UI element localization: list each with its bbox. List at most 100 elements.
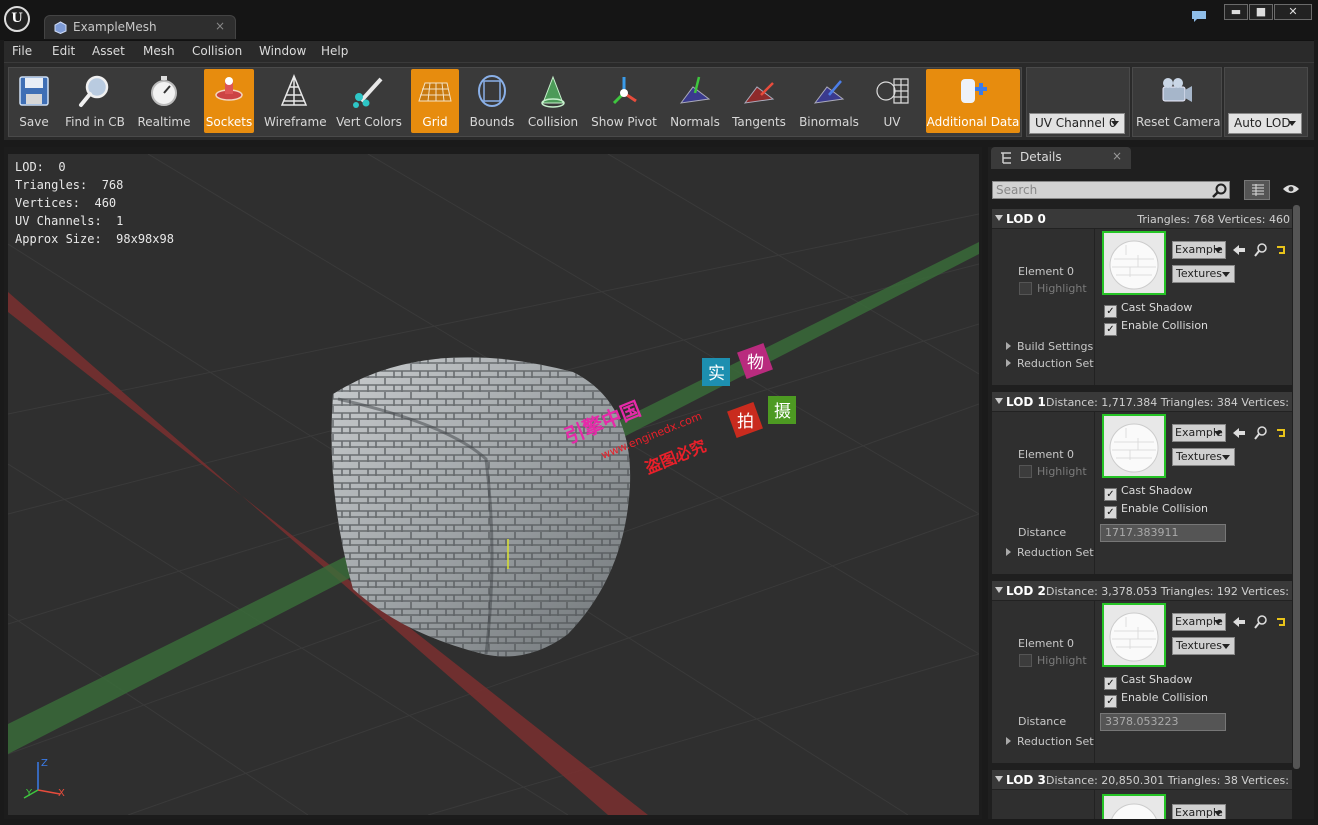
material-select[interactable]: Example — [1172, 804, 1226, 819]
stat-uv-channels: UV Channels: 1 — [15, 214, 124, 228]
save-button[interactable]: Save — [12, 69, 56, 133]
build-settings-row[interactable]: Build Settings — [1006, 340, 1093, 353]
lod-header[interactable]: LOD 3 Distance: 20,850.301 Triangles: 38… — [992, 770, 1292, 790]
menu-mesh[interactable]: Mesh — [143, 44, 175, 58]
enable-collision-checkbox[interactable]: ✓ Enable Collision — [1104, 502, 1208, 519]
vert-colors-button[interactable]: Vert Colors — [334, 69, 404, 133]
svg-text:X: X — [58, 788, 65, 799]
menu-help[interactable]: Help — [321, 44, 348, 58]
uv-channel-select[interactable]: UV Channel 0 — [1029, 113, 1125, 134]
svg-text:物: 物 — [747, 353, 764, 373]
menu-bar: File Edit Asset Mesh Collision Window He… — [4, 40, 1314, 62]
grid-button[interactable]: Grid — [411, 69, 459, 133]
highlight-checkbox[interactable]: Highlight — [1019, 282, 1087, 295]
svg-text:实: 实 — [708, 364, 725, 384]
reduction-settings-row[interactable]: Reduction Settings — [1006, 735, 1094, 748]
details-panel: Details × Search LOD 0 Triangles: 768 Ve… — [988, 147, 1314, 819]
uv-button[interactable]: UV — [870, 69, 914, 133]
close-tab-icon[interactable]: × — [215, 19, 225, 33]
browse-icon[interactable] — [1254, 243, 1268, 257]
textures-select[interactable]: Textures — [1172, 265, 1235, 283]
use-selected-icon[interactable] — [1232, 615, 1246, 629]
textures-select[interactable]: Textures — [1172, 448, 1235, 466]
material-thumbnail[interactable] — [1102, 231, 1166, 295]
reset-camera-button[interactable]: Reset Camera — [1136, 69, 1220, 133]
material-thumbnail[interactable] — [1102, 603, 1166, 667]
mesh-viewport[interactable]: 引擎中国 www.enginedx.com 盗图必究 实 物 拍 摄 Z Y X… — [8, 154, 979, 815]
close-tab-icon[interactable]: × — [1112, 149, 1122, 163]
view-options-button[interactable] — [1244, 180, 1270, 200]
highlight-checkbox[interactable]: Highlight — [1019, 654, 1087, 667]
list-view-icon — [1252, 184, 1264, 196]
viewport-stats: LOD: 0 Triangles: 768 Vertices: 460 UV C… — [15, 158, 174, 248]
browse-icon[interactable] — [1254, 426, 1268, 440]
reset-icon[interactable] — [1274, 426, 1288, 440]
details-search-input[interactable]: Search — [992, 181, 1230, 199]
enable-collision-checkbox[interactable]: ✓ Enable Collision — [1104, 319, 1208, 336]
cast-shadow-checkbox[interactable]: ✓ Cast Shadow — [1104, 484, 1192, 501]
lod-header[interactable]: LOD 1 Distance: 1,717.384 Triangles: 384… — [992, 392, 1292, 412]
use-selected-icon[interactable] — [1232, 426, 1246, 440]
realtime-button[interactable]: Realtime — [136, 69, 192, 133]
close-window-button[interactable]: ✕ — [1274, 4, 1312, 20]
pivot-icon — [612, 77, 637, 105]
bounds-button[interactable]: Bounds — [468, 69, 516, 133]
menu-asset[interactable]: Asset — [92, 44, 125, 58]
material-thumbnail[interactable] — [1102, 794, 1166, 819]
normals-button[interactable]: Normals — [668, 69, 722, 133]
stat-approx-size: Approx Size: 98x98x98 — [15, 232, 174, 246]
material-thumbnail[interactable] — [1102, 414, 1166, 478]
reset-icon[interactable] — [1274, 615, 1288, 629]
browse-icon[interactable] — [1254, 615, 1268, 629]
find-icon — [79, 75, 109, 107]
wireframe-button[interactable]: Wireframe — [264, 69, 327, 133]
collapse-arrow-icon — [995, 776, 1003, 782]
additional-data-button[interactable]: Additional Data — [926, 69, 1020, 133]
menu-collision[interactable]: Collision — [192, 44, 242, 58]
maximize-button[interactable]: ■ — [1249, 4, 1273, 20]
use-selected-icon[interactable] — [1232, 243, 1246, 257]
distance-field[interactable]: 3378.053223 — [1100, 713, 1226, 731]
sockets-button[interactable]: Sockets — [204, 69, 254, 133]
reduction-settings-row[interactable]: Reduction Settings — [1006, 357, 1094, 370]
material-select[interactable]: Example — [1172, 241, 1226, 259]
eye-icon[interactable] — [1282, 183, 1300, 195]
details-scrollbar[interactable] — [1293, 205, 1300, 769]
find-in-cb-button[interactable]: Find in CB — [62, 69, 128, 133]
unreal-logo-icon[interactable]: U — [4, 6, 30, 32]
search-icon[interactable] — [1212, 183, 1227, 198]
lod-body: Element 0 Highlight Example Textures ✓ Ca… — [992, 229, 1292, 385]
menu-file[interactable]: File — [12, 44, 32, 58]
sockets-icon — [215, 77, 243, 101]
minimize-button[interactable]: ▬ — [1224, 4, 1248, 20]
binormals-button[interactable]: Binormals — [798, 69, 860, 133]
collision-button[interactable]: Collision — [526, 69, 580, 133]
lod-body: Element 0 Highlight Example Textures ✓ Ca… — [992, 412, 1292, 574]
material-select[interactable]: Example — [1172, 613, 1226, 631]
distance-field[interactable]: 1717.383911 — [1100, 524, 1226, 542]
details-tab-label: Details — [1020, 150, 1062, 164]
tangents-button[interactable]: Tangents — [730, 69, 788, 133]
lod-body: Example — [992, 790, 1292, 819]
details-tab[interactable]: Details × — [991, 147, 1131, 169]
lod-header[interactable]: LOD 0 Triangles: 768 Vertices: 460 — [992, 209, 1292, 229]
document-tab[interactable]: ExampleMesh × — [44, 15, 236, 39]
enable-collision-checkbox[interactable]: ✓ Enable Collision — [1104, 691, 1208, 708]
svg-text:Y: Y — [25, 788, 33, 799]
cast-shadow-checkbox[interactable]: ✓ Cast Shadow — [1104, 301, 1192, 318]
material-select[interactable]: Example — [1172, 424, 1226, 442]
menu-window[interactable]: Window — [259, 44, 306, 58]
lod-header[interactable]: LOD 2 Distance: 3,378.053 Triangles: 192… — [992, 581, 1292, 601]
svg-text:拍: 拍 — [737, 412, 754, 432]
feedback-icon[interactable] — [1191, 10, 1207, 23]
menu-edit[interactable]: Edit — [52, 44, 75, 58]
show-pivot-button[interactable]: Show Pivot — [590, 69, 658, 133]
reset-icon[interactable] — [1274, 243, 1288, 257]
cast-shadow-checkbox[interactable]: ✓ Cast Shadow — [1104, 673, 1192, 690]
lod-select[interactable]: Auto LOD — [1228, 113, 1302, 134]
reduction-settings-row[interactable]: Reduction Settings — [1006, 546, 1094, 559]
textures-select[interactable]: Textures — [1172, 637, 1235, 655]
grid-icon — [418, 82, 452, 102]
lod-section-0: LOD 0 Triangles: 768 Vertices: 460 Eleme… — [992, 209, 1292, 385]
highlight-checkbox[interactable]: Highlight — [1019, 465, 1087, 478]
